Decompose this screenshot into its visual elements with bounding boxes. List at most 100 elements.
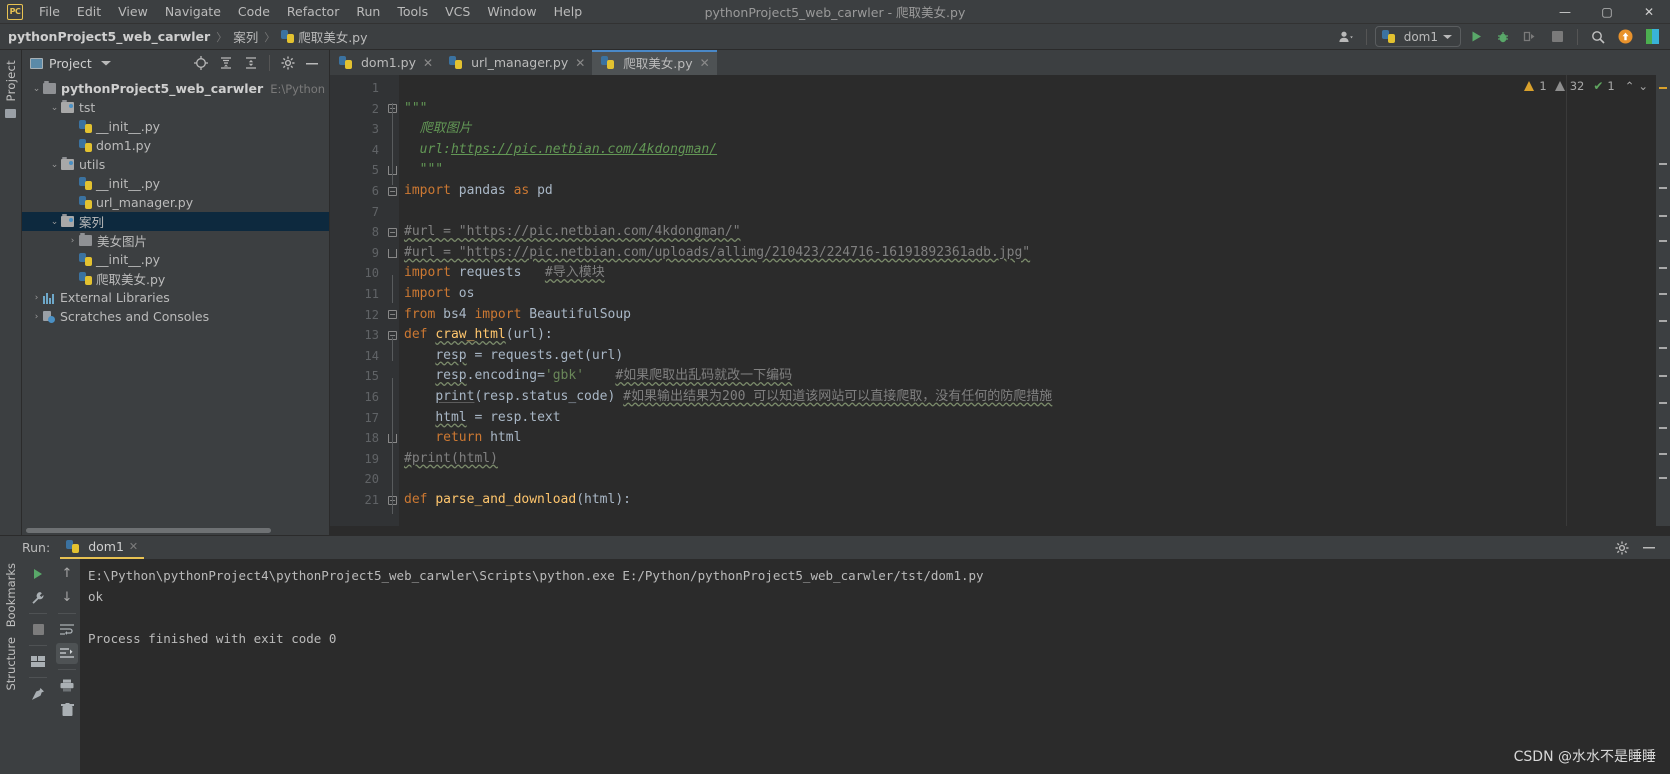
rail-item-project[interactable]: Project: [4, 60, 18, 101]
code-line[interactable]: [399, 202, 1566, 223]
breadcrumb-project[interactable]: pythonProject5_web_carwler: [8, 29, 210, 44]
code-line[interactable]: html = resp.text: [399, 408, 1566, 429]
stop-icon[interactable]: [27, 619, 49, 640]
layout-icon[interactable]: [27, 651, 49, 672]
tree-toggle-arrow[interactable]: ›: [30, 312, 43, 322]
editor-hscrollbar[interactable]: [330, 526, 1670, 535]
inspection-marker-strip[interactable]: [1656, 75, 1670, 526]
pin-icon[interactable]: [27, 683, 49, 704]
trash-icon[interactable]: [56, 699, 78, 720]
code-line[interactable]: return html: [399, 428, 1566, 449]
menu-item-view[interactable]: View: [110, 1, 156, 22]
gear-icon[interactable]: [1610, 537, 1634, 559]
run-tab-dom1[interactable]: dom1 ✕: [60, 536, 145, 559]
scroll-up-arrow[interactable]: ⌃: [1625, 79, 1635, 93]
close-icon[interactable]: ✕: [575, 56, 585, 70]
code-line[interactable]: #url = "https://pic.netbian.com/4kdongma…: [399, 222, 1566, 243]
code-line[interactable]: """: [399, 160, 1566, 181]
menu-item-code[interactable]: Code: [230, 1, 278, 22]
tree-item-utils[interactable]: ⌄ utils: [22, 155, 329, 174]
menu-item-vcs[interactable]: VCS: [437, 1, 478, 22]
tree-toggle-arrow[interactable]: ›: [30, 293, 43, 303]
editor-tab-url_manager-py[interactable]: url_manager.py ✕: [440, 50, 593, 75]
code-line[interactable]: url:https://pic.netbian.com/4kdongman/: [399, 140, 1566, 161]
code-folding-column[interactable]: − − − − − −: [386, 75, 399, 526]
menu-item-navigate[interactable]: Navigate: [157, 1, 229, 22]
user-icon[interactable]: [1334, 26, 1358, 48]
menu-item-refactor[interactable]: Refactor: [279, 1, 347, 22]
coverage-button[interactable]: [1518, 26, 1542, 48]
menu-item-tools[interactable]: Tools: [389, 1, 436, 22]
editor-tab--py[interactable]: 爬取美女.py ✕: [592, 50, 718, 75]
debug-button[interactable]: [1491, 26, 1515, 48]
breadcrumb-file[interactable]: 爬取美女.py: [281, 27, 368, 46]
gear-icon[interactable]: [276, 52, 300, 74]
project-tree[interactable]: ⌄pythonProject5_web_carwlerE:\Python\pyt…: [22, 76, 329, 526]
scroll-down-arrow[interactable]: ⌄: [1638, 79, 1648, 93]
tree-item-__init__-py[interactable]: __init__.py: [22, 250, 329, 269]
maximize-button[interactable]: ▢: [1586, 0, 1628, 24]
code-text-area[interactable]: """ 爬取图片 url:https://pic.netbian.com/4kd…: [399, 75, 1566, 526]
tree-item-url_manager-py[interactable]: url_manager.py: [22, 193, 329, 212]
tree-item--[interactable]: ⌄ 案列: [22, 212, 329, 231]
fold-marker[interactable]: −: [388, 310, 397, 320]
hide-panel-icon[interactable]: [301, 52, 325, 74]
collapse-all-icon[interactable]: [239, 52, 263, 74]
editor-tab-bar[interactable]: dom1.py ✕ url_manager.py ✕ 爬取美女.py ✕: [330, 50, 1670, 75]
close-icon[interactable]: ✕: [129, 540, 138, 553]
run-button[interactable]: [1464, 26, 1488, 48]
close-icon[interactable]: ✕: [423, 56, 433, 70]
tree-toggle-arrow[interactable]: ›: [66, 236, 79, 246]
code-line[interactable]: """: [399, 99, 1566, 120]
down-arrow-icon[interactable]: ↓: [56, 587, 78, 608]
breadcrumb-folder[interactable]: 案列: [233, 27, 258, 46]
code-line[interactable]: 爬取图片: [399, 119, 1566, 140]
stop-button[interactable]: [1545, 26, 1569, 48]
code-line[interactable]: #url = "https://pic.netbian.com/uploads/…: [399, 243, 1566, 264]
code-line[interactable]: import os: [399, 284, 1566, 305]
rail-item-structure[interactable]: Structure: [4, 637, 18, 691]
menu-item-file[interactable]: File: [31, 1, 68, 22]
expand-all-icon[interactable]: [214, 52, 238, 74]
tree-item-dom1-py[interactable]: dom1.py: [22, 136, 329, 155]
code-line[interactable]: from bs4 import BeautifulSoup: [399, 305, 1566, 326]
code-line[interactable]: resp.encoding='gbk' #如果爬取出乱码就改一下编码: [399, 366, 1566, 387]
tree-item-external-libraries[interactable]: › External Libraries: [22, 288, 329, 307]
tree-toggle-arrow[interactable]: ⌄: [48, 217, 61, 227]
update-icon[interactable]: [1613, 26, 1637, 48]
tree-item--[interactable]: › 美女图片: [22, 231, 329, 250]
close-button[interactable]: ✕: [1628, 0, 1670, 24]
code-line[interactable]: print(resp.status_code) #如果输出结果为200 可以知道…: [399, 387, 1566, 408]
tree-item-tst[interactable]: ⌄ tst: [22, 98, 329, 117]
fold-end-marker[interactable]: [388, 248, 397, 258]
run-configuration-selector[interactable]: dom1: [1374, 26, 1461, 47]
code-line[interactable]: resp = requests.get(url): [399, 346, 1566, 367]
code-line[interactable]: [399, 469, 1566, 490]
code-line[interactable]: def parse_and_download(html):: [399, 490, 1566, 511]
tree-item-scratches-and-consoles[interactable]: › Scratches and Consoles: [22, 307, 329, 326]
console-output[interactable]: E:\Python\pythonProject4\pythonProject5_…: [80, 559, 1670, 774]
tree-item-__init__-py[interactable]: __init__.py: [22, 174, 329, 193]
project-panel-scroll-thumb[interactable]: [26, 528, 271, 533]
wrench-icon[interactable]: [27, 587, 49, 608]
code-line[interactable]: #print(html): [399, 449, 1566, 470]
project-panel-hscrollbar[interactable]: [22, 526, 329, 535]
close-icon[interactable]: ✕: [700, 56, 710, 70]
code-line[interactable]: import pandas as pd: [399, 181, 1566, 202]
code-line[interactable]: def craw_html(url):: [399, 325, 1566, 346]
menu-item-edit[interactable]: Edit: [69, 1, 109, 22]
tree-item-__init__-py[interactable]: __init__.py: [22, 117, 329, 136]
hide-panel-icon[interactable]: [1638, 537, 1662, 559]
rerun-icon[interactable]: [27, 563, 49, 584]
search-icon[interactable]: [1586, 26, 1610, 48]
target-icon[interactable]: [189, 52, 213, 74]
fold-marker[interactable]: −: [388, 227, 397, 237]
tree-item--py[interactable]: 爬取美女.py: [22, 269, 329, 288]
tree-toggle-arrow[interactable]: ⌄: [48, 103, 61, 113]
minimize-button[interactable]: —: [1544, 0, 1586, 24]
rail-item-bookmarks[interactable]: Bookmarks: [4, 563, 18, 627]
up-arrow-icon[interactable]: ↑: [56, 563, 78, 584]
menu-item-run[interactable]: Run: [348, 1, 388, 22]
scroll-to-end-icon[interactable]: [56, 643, 78, 664]
soft-wrap-icon[interactable]: [56, 619, 78, 640]
